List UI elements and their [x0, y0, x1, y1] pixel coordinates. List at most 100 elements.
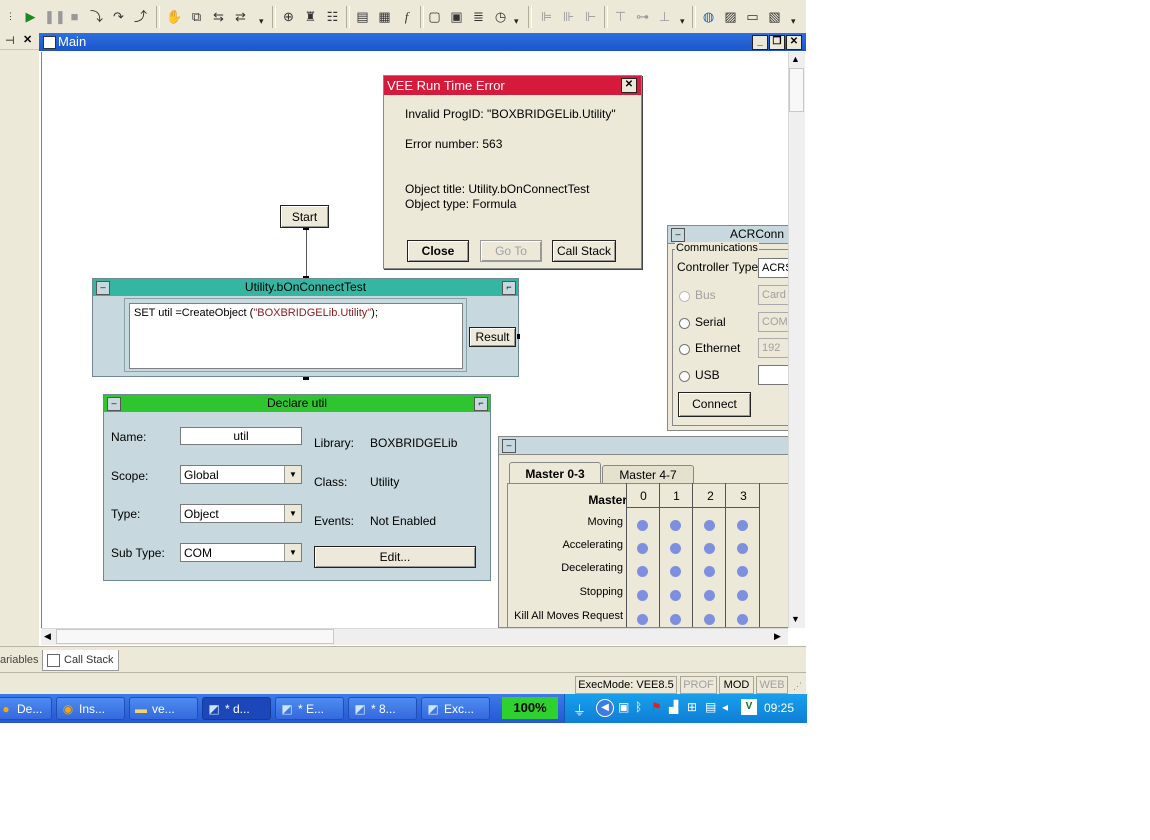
taskbar-item-2[interactable]: ◉ Ins... [56, 697, 125, 720]
run-icon[interactable]: ▶ [22, 8, 39, 25]
error-close-button[interactable]: Close [407, 240, 469, 262]
bus-field[interactable]: Card [758, 285, 788, 305]
error-dialog-close-icon[interactable]: ✕ [621, 78, 637, 93]
formula-icon[interactable]: f [398, 8, 415, 25]
panel-icon[interactable]: ▤ [354, 8, 371, 25]
flag-icon[interactable]: ⚑ [651, 700, 662, 714]
ethernet-field[interactable]: 192 [758, 338, 788, 358]
globe-icon[interactable]: ◍ [700, 8, 717, 25]
formula-menu-icon[interactable]: ⌐ [502, 281, 516, 295]
horizontal-scroll-thumb[interactable] [56, 629, 334, 644]
toolbar-more-icon[interactable]: ▾ [680, 16, 685, 27]
scroll-down-icon[interactable]: ▼ [791, 614, 800, 624]
picture-icon[interactable]: ▧ [766, 8, 783, 25]
start-button[interactable]: Start [280, 205, 329, 228]
plug-icon[interactable]: ⏚ [573, 700, 586, 719]
close-icon[interactable]: ✕ [23, 33, 32, 46]
vee-tray-icon[interactable]: V [741, 699, 757, 715]
pause-icon[interactable]: ❚❚ [44, 8, 66, 25]
edit-button[interactable]: Edit... [314, 546, 476, 568]
tab-master-4-7[interactable]: Master 4-7 [602, 465, 694, 484]
declare-menu-icon[interactable]: ⌐ [474, 397, 488, 411]
tab-variables[interactable]: ariables [0, 651, 39, 670]
master-minimize-icon[interactable]: – [502, 439, 516, 453]
formula-code-editor[interactable]: SET util =CreateObject ("BOXBRIDGELib.Ut… [129, 303, 463, 369]
chevron-down-icon[interactable]: ▼ [284, 544, 301, 561]
list-icon[interactable]: ≣ [470, 8, 487, 25]
step-out-icon[interactable]: ⤴ [132, 8, 149, 25]
ethernet-radio[interactable] [679, 344, 690, 355]
vertical-scrollbar[interactable]: ▲ ▼ [788, 52, 805, 628]
timer-icon[interactable]: ◷ [492, 8, 509, 25]
acr-minimize-icon[interactable]: – [671, 228, 685, 242]
minimize-button[interactable]: _ [752, 35, 768, 50]
align-bottom-icon[interactable]: ⊥ [656, 8, 673, 25]
taskbar-item-3[interactable]: ▬ ve... [129, 697, 198, 720]
find-icon[interactable]: ♜ [302, 8, 319, 25]
align-right-icon[interactable]: ⊩ [582, 8, 599, 25]
taskbar-item-4-active[interactable]: ◩ * d... [202, 697, 271, 720]
step-into-icon[interactable]: ⤵ [88, 8, 105, 25]
align-top-icon[interactable]: ⊤ [612, 8, 629, 25]
subtype-select[interactable]: COM ▼ [180, 543, 302, 562]
restore-button[interactable]: ❐ [769, 35, 785, 50]
name-field[interactable]: util [180, 427, 302, 445]
serial-radio[interactable] [679, 318, 690, 329]
hand-icon[interactable]: ✋ [166, 8, 183, 25]
usb-radio[interactable] [679, 371, 690, 382]
toolbar-more-icon[interactable]: ▾ [791, 16, 796, 27]
speaker-icon[interactable]: ◂ [722, 700, 728, 714]
horizontal-scrollbar[interactable]: ◀ ▶ [41, 628, 788, 645]
connect-icon[interactable]: ⇄ [232, 8, 249, 25]
zoom-level-indicator[interactable]: 100% [502, 697, 558, 719]
monitor-icon[interactable]: ▭ [744, 8, 761, 25]
step-over-icon[interactable]: ↷ [110, 8, 127, 25]
open-icon[interactable]: ▣ [448, 8, 465, 25]
chevron-down-icon[interactable]: ▼ [284, 505, 301, 522]
scope-select[interactable]: Global ▼ [180, 465, 302, 484]
serial-field[interactable]: COM [758, 312, 788, 332]
goto-button[interactable]: Go To [480, 240, 542, 262]
scroll-up-icon[interactable]: ▲ [791, 54, 800, 64]
master-status-panel[interactable]: – Master 0-3 Master 4-7 Master 0 1 2 3 Movin… [498, 436, 789, 628]
align-center-icon[interactable]: ⊪ [560, 8, 577, 25]
chevron-left-icon[interactable]: ◀ [596, 699, 614, 717]
result-output-terminal[interactable]: Result [469, 327, 516, 347]
network-icon[interactable]: ⊞ [687, 700, 697, 714]
usb-field[interactable] [758, 365, 788, 385]
toolbar-more-icon[interactable]: ▾ [514, 16, 519, 27]
instrument-icon[interactable]: ▦ [376, 8, 393, 25]
close-button[interactable]: ✕ [786, 35, 802, 50]
scroll-right-icon[interactable]: ▶ [774, 631, 781, 642]
toolbar-more-icon[interactable]: ▾ [259, 16, 264, 27]
type-select[interactable]: Object ▼ [180, 504, 302, 523]
pin-icon[interactable]: ⊣ [5, 34, 15, 47]
tab-master-0-3[interactable]: Master 0-3 [509, 462, 601, 484]
tray-app-icon[interactable]: ▣ [618, 700, 629, 714]
vertical-scroll-thumb[interactable] [789, 68, 804, 112]
move-icon[interactable]: ⇆ [210, 8, 227, 25]
zoom-icon[interactable]: ⊕ [280, 8, 297, 25]
web-icon[interactable]: ▨ [722, 8, 739, 25]
bluetooth-icon[interactable]: ᛒ [635, 700, 642, 714]
declare-variable-object[interactable]: – Declare util ⌐ Name: util Scope: Globa… [103, 394, 491, 581]
signal-icon[interactable]: ▟ [669, 700, 678, 714]
bus-radio[interactable] [679, 291, 690, 302]
connect-button[interactable]: Connect [678, 392, 751, 417]
declare-minimize-icon[interactable]: – [107, 397, 121, 411]
align-left-icon[interactable]: ⊫ [538, 8, 555, 25]
call-stack-button[interactable]: Call Stack [552, 240, 616, 262]
device-icon[interactable]: ▤ [705, 700, 716, 714]
chevron-down-icon[interactable]: ▼ [284, 466, 301, 483]
taskbar-item-6[interactable]: ◩ * 8... [348, 697, 417, 720]
stop-icon[interactable]: ■ [66, 8, 83, 25]
taskbar-item-1[interactable]: ● De... [0, 697, 52, 720]
resize-grip-icon[interactable]: ⋰ [793, 681, 802, 692]
scroll-left-icon[interactable]: ◀ [44, 631, 51, 642]
taskbar-item-5[interactable]: ◩ * E... [275, 697, 344, 720]
acr-connect-panel[interactable]: – ACRConn Communications Controller Type… [667, 225, 789, 431]
tab-call-stack[interactable]: Call Stack [42, 650, 119, 671]
copy-icon[interactable]: ⧉ [188, 8, 205, 25]
formula-object[interactable]: – Utility.bOnConnectTest ⌐ SET util =Cre… [92, 278, 520, 377]
align-middle-icon[interactable]: ⊶ [634, 8, 651, 25]
